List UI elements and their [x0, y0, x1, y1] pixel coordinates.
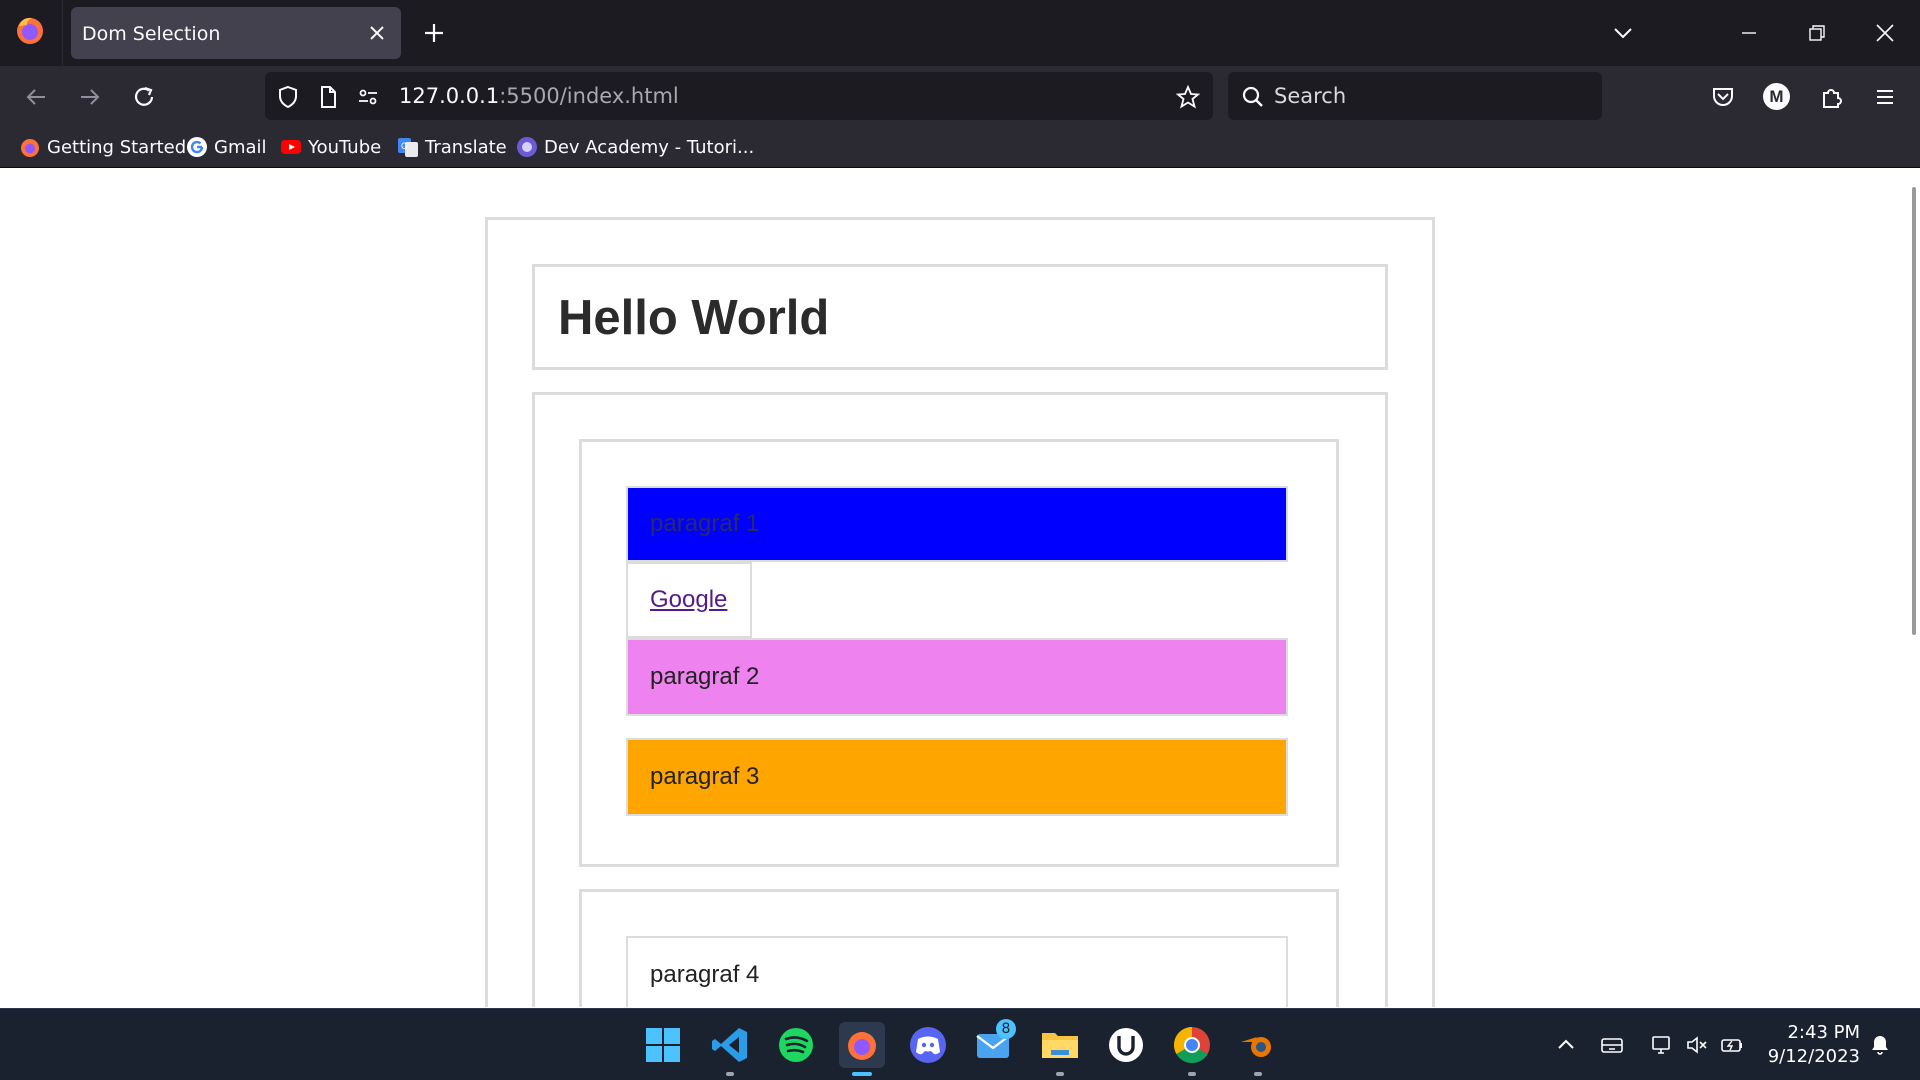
bookmark-dev-academy[interactable]: Dev Academy - Tutori... [516, 134, 754, 160]
content-box: paragraf 1 Google paragraf 2 paragraf 3 … [532, 392, 1388, 1007]
account-initial: M [1769, 87, 1784, 106]
firefox-icon[interactable] [14, 14, 46, 46]
blender-running-indicator [1254, 1072, 1262, 1076]
permissions-icon[interactable] [355, 84, 381, 110]
keyboard-icon[interactable] [1600, 1033, 1624, 1057]
chrome-icon[interactable] [1169, 1022, 1215, 1068]
bookmark-youtube[interactable]: YouTube [280, 134, 381, 160]
page-viewport: Hello World paragraf 1 Google paragraf 2… [0, 169, 1920, 1007]
bookmark-label: Gmail [214, 136, 267, 158]
reload-icon[interactable] [129, 82, 159, 112]
tab-title: Dom Selection [82, 23, 221, 45]
firefox-icon [21, 139, 39, 157]
close-icon[interactable] [365, 21, 389, 45]
file-explorer-icon[interactable] [1037, 1022, 1083, 1068]
menu-icon[interactable] [1870, 82, 1900, 112]
tab-separator [62, 0, 63, 66]
paragraph-1-text: paragraf 1 [650, 510, 760, 537]
tab-dom-selection[interactable]: Dom Selection [71, 7, 401, 59]
page-heading: Hello World [558, 291, 830, 345]
paragraph-2-text: paragraf 2 [650, 663, 760, 690]
tab-bar: Dom Selection [0, 0, 1920, 66]
pocket-icon[interactable] [1708, 82, 1738, 112]
outer-container: Hello World paragraf 1 Google paragraf 2… [485, 217, 1435, 1007]
paragraph-4: paragraf 4 [626, 936, 1288, 1007]
bookmark-label: Dev Academy - Tutori... [544, 136, 755, 158]
battery-icon[interactable] [1720, 1033, 1744, 1057]
url-bar[interactable]: 127.0.0.1:5500/index.html [265, 72, 1213, 120]
bookmark-label: Getting Started [47, 136, 187, 158]
translate-icon: G [398, 138, 418, 157]
discord-icon[interactable] [905, 1022, 951, 1068]
google-link[interactable]: Google [650, 586, 727, 614]
vscode-running-indicator [726, 1072, 734, 1076]
search-input[interactable]: Search [1274, 84, 1346, 108]
bookmark-label: YouTube [308, 136, 382, 158]
navigation-toolbar: 127.0.0.1:5500/index.html Search M [0, 66, 1920, 126]
paragraph-1: paragraf 1 [626, 486, 1288, 562]
bookmark-label: Translate [425, 136, 507, 158]
firefox-icon[interactable] [839, 1022, 885, 1068]
chrome-running-indicator [1188, 1072, 1196, 1076]
extensions-icon[interactable] [1816, 82, 1846, 112]
clock-time: 2:43 PM [1787, 1022, 1860, 1043]
dev-academy-icon [517, 137, 537, 157]
page-icon[interactable] [315, 84, 341, 110]
section-one: paragraf 1 Google paragraf 2 paragraf 3 [579, 439, 1339, 867]
page-scrollbar[interactable] [1912, 187, 1916, 635]
forward-icon[interactable] [75, 82, 105, 112]
windows-start-icon[interactable] [640, 1022, 686, 1068]
shield-icon[interactable] [275, 84, 301, 110]
volume-muted-icon[interactable] [1685, 1033, 1709, 1057]
search-bar[interactable]: Search [1228, 72, 1602, 120]
url-path: :5500/index.html [499, 84, 679, 108]
bookmark-translate[interactable]: G Translate [397, 134, 507, 160]
paragraph-3-text: paragraf 3 [650, 763, 760, 790]
restore-icon[interactable] [1804, 20, 1830, 46]
bookmark-star-icon[interactable] [1175, 84, 1201, 110]
bookmarks-toolbar: Getting Started Gmail YouTube G Translat… [0, 126, 1920, 168]
url-host: 127.0.0.1 [399, 84, 500, 108]
mail-badge-count: 8 [1001, 1021, 1011, 1037]
firefox-active-indicator [852, 1072, 872, 1076]
vscode-icon[interactable] [707, 1022, 753, 1068]
url-text[interactable]: 127.0.0.1:5500/index.html [399, 84, 679, 108]
spotify-icon[interactable] [773, 1022, 819, 1068]
explorer-running-indicator [1056, 1072, 1064, 1076]
account-avatar[interactable]: M [1763, 83, 1790, 110]
svg-text:G: G [401, 141, 408, 151]
chevron-down-icon[interactable] [1610, 20, 1636, 46]
youtube-icon [281, 140, 301, 154]
header-box: Hello World [532, 264, 1388, 370]
paragraph-3: paragraf 3 [626, 738, 1288, 816]
clock-date: 9/12/2023 [1767, 1046, 1860, 1067]
window-close-icon[interactable] [1872, 20, 1898, 46]
taskbar: 8 2:43 PM 9/12/2023 [0, 1008, 1920, 1080]
upwork-icon[interactable] [1103, 1022, 1149, 1068]
back-icon[interactable] [21, 82, 51, 112]
paragraph-2: paragraf 2 [626, 638, 1288, 716]
paragraph-4-text: paragraf 4 [650, 961, 760, 988]
chevron-up-icon[interactable] [1554, 1033, 1578, 1057]
bookmark-gmail[interactable]: Gmail [186, 134, 267, 160]
google-icon [187, 137, 207, 157]
mail-badge: 8 [996, 1019, 1016, 1039]
link-box: Google [626, 562, 752, 638]
bookmark-getting-started[interactable]: Getting Started [19, 134, 186, 160]
section-two: paragraf 4 [579, 889, 1339, 1007]
system-clock[interactable]: 2:43 PM 9/12/2023 [1760, 1021, 1860, 1069]
notification-icon[interactable] [1868, 1033, 1892, 1057]
blender-icon[interactable] [1235, 1022, 1281, 1068]
network-icon[interactable] [1650, 1033, 1674, 1057]
new-tab-icon[interactable] [420, 19, 448, 47]
minimize-icon[interactable] [1736, 20, 1762, 46]
search-icon [1242, 86, 1263, 107]
